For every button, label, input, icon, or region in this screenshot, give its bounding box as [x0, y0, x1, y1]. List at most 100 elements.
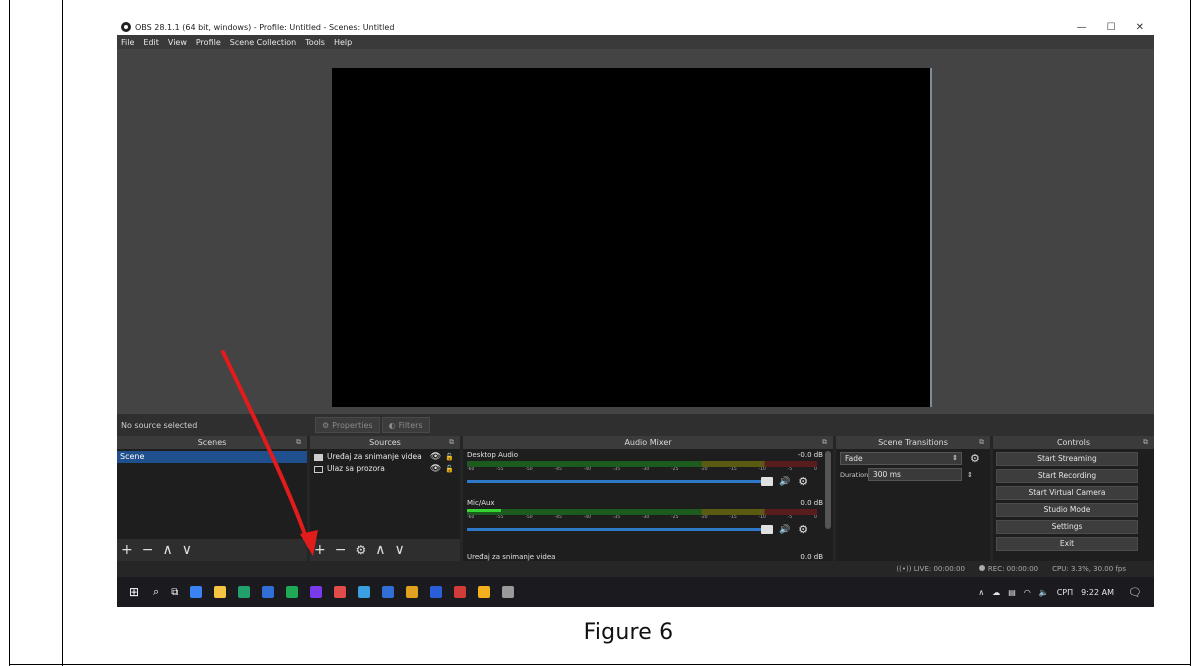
volume-slider-handle[interactable] — [761, 477, 773, 486]
clock[interactable]: 9:22 AM — [1081, 588, 1114, 597]
source-gear-icon[interactable]: ⚙ — [355, 543, 366, 557]
source-item[interactable]: Ulaz sa prozora 👁 🔓 — [310, 463, 460, 475]
dock-float-icon[interactable]: ⧉ — [822, 436, 827, 449]
volume-slider[interactable] — [467, 525, 773, 534]
dock-float-icon[interactable]: ⧉ — [296, 436, 301, 449]
taskbar-app-icon[interactable] — [286, 586, 299, 598]
window-title: OBS 28.1.1 (64 bit, windows) - Profile: … — [135, 22, 395, 32]
unlock-icon[interactable]: 🔓 — [445, 451, 454, 463]
taskbar-app-icon[interactable] — [214, 586, 227, 598]
taskbar-app-icon[interactable] — [334, 586, 347, 598]
notification-icon[interactable]: 🗨 — [1128, 586, 1142, 599]
eye-icon[interactable]: 👁 — [430, 463, 441, 475]
taskbar-app-icon[interactable] — [406, 586, 419, 598]
source-item-label: Ulaz sa prozora — [327, 464, 385, 473]
sources-header: Sources ⧉ — [310, 436, 460, 449]
filters-label: Filters — [398, 420, 423, 430]
start-recording-button[interactable]: Start Recording — [996, 469, 1138, 483]
channel-gear-icon[interactable]: ⚙ — [798, 523, 808, 536]
record-dot-icon — [978, 565, 985, 571]
menu-scene-collection[interactable]: Scene Collection — [230, 38, 297, 47]
scene-list-item[interactable]: Scene — [117, 451, 307, 463]
add-source-icon[interactable]: + — [314, 542, 326, 558]
filters-button[interactable]: ◐ Filters — [381, 417, 430, 433]
start-streaming-button[interactable]: Start Streaming — [996, 452, 1138, 466]
dock-panels: Scenes ⧉ Scene + − ∧ ∨ Sources ⧉ Uređaj … — [117, 436, 1154, 561]
menu-view[interactable]: View — [168, 38, 187, 47]
volume-icon[interactable]: 🔈 — [1039, 588, 1049, 597]
taskbar-app-icon[interactable] — [358, 586, 371, 598]
dock-float-icon[interactable]: ⧉ — [1143, 436, 1148, 449]
preview-canvas[interactable] — [332, 68, 932, 407]
scenes-footer: + − ∧ ∨ — [117, 539, 307, 561]
taskbar-app-icon[interactable] — [382, 586, 395, 598]
taskbar-app-icon[interactable] — [454, 586, 467, 598]
sources-dock: Sources ⧉ Uređaj za snimanje videa 👁 🔓 U… — [310, 436, 460, 561]
scenes-title: Scenes — [197, 438, 227, 447]
taskbar-app-icon[interactable] — [310, 586, 323, 598]
table-border-bottom — [9, 664, 1191, 665]
duration-label: Duration — [840, 470, 869, 479]
taskbar-app-icon[interactable] — [430, 586, 443, 598]
menu-help[interactable]: Help — [334, 38, 352, 47]
menu-profile[interactable]: Profile — [196, 38, 221, 47]
table-border-left — [9, 0, 10, 666]
table-border-inner — [62, 0, 63, 666]
sources-footer: + − ⚙ ∧ ∨ — [310, 539, 460, 561]
settings-button[interactable]: Settings — [996, 520, 1138, 534]
maximize-button[interactable]: ☐ — [1107, 22, 1116, 33]
start-virtual-camera-button[interactable]: Start Virtual Camera — [996, 486, 1138, 500]
chevron-up-icon[interactable]: ∧ — [978, 588, 984, 597]
channel-name: Desktop Audio — [467, 451, 518, 459]
dock-float-icon[interactable]: ⧉ — [979, 436, 984, 449]
duration-field[interactable]: 300 ms — [868, 468, 962, 481]
source-item[interactable]: Uređaj za snimanje videa 👁 🔓 — [310, 451, 460, 463]
task-view-icon[interactable]: ⧉ — [171, 587, 178, 598]
duration-row: Duration 300 ms ⇕ — [840, 468, 986, 481]
volume-row: 🔊 ⚙ — [467, 475, 827, 488]
controls-header: Controls ⧉ — [993, 436, 1154, 449]
speaker-icon[interactable]: 🔊 — [779, 477, 790, 487]
speaker-icon[interactable]: 🔊 — [779, 525, 790, 535]
menu-tools[interactable]: Tools — [305, 38, 325, 47]
taskbar-app-icon[interactable] — [502, 586, 515, 598]
exit-button[interactable]: Exit — [996, 537, 1138, 551]
move-down-icon[interactable]: ∨ — [182, 542, 192, 558]
transition-gear-icon[interactable]: ⚙ — [970, 452, 980, 465]
network-icon[interactable]: ▤ — [1008, 588, 1016, 597]
studio-mode-button[interactable]: Studio Mode — [996, 503, 1138, 517]
volume-slider-handle[interactable] — [761, 525, 773, 534]
add-scene-icon[interactable]: + — [121, 542, 133, 558]
move-down-icon[interactable]: ∨ — [394, 542, 404, 558]
controls-dock: Controls ⧉ Start Streaming Start Recordi… — [993, 436, 1154, 561]
taskbar-app-icon[interactable] — [238, 586, 251, 598]
dock-float-icon[interactable]: ⧉ — [449, 436, 454, 449]
eye-icon[interactable]: 👁 — [430, 451, 441, 463]
taskbar-app-icon[interactable] — [262, 586, 275, 598]
unlock-icon[interactable]: 🔓 — [445, 463, 454, 475]
minimize-button[interactable]: — — [1077, 22, 1087, 33]
remove-source-icon[interactable]: − — [335, 542, 347, 558]
cloud-icon[interactable]: ☁ — [992, 588, 1000, 597]
move-up-icon[interactable]: ∧ — [162, 542, 172, 558]
taskbar-app-icon[interactable] — [478, 586, 491, 598]
duration-stepper-icon[interactable]: ⇕ — [967, 471, 973, 479]
channel-gear-icon[interactable]: ⚙ — [798, 475, 808, 488]
properties-label: Properties — [332, 420, 373, 430]
transition-select[interactable]: Fade ⇕ — [840, 452, 962, 465]
wifi-icon[interactable]: ◠ — [1024, 588, 1031, 597]
table-border-right — [1190, 0, 1191, 666]
taskbar-app-icon[interactable] — [190, 586, 203, 598]
move-up-icon[interactable]: ∧ — [375, 542, 385, 558]
mixer-scrollbar[interactable] — [825, 451, 831, 529]
search-icon[interactable]: ⌕ — [153, 585, 159, 599]
language-indicator[interactable]: CPΠ — [1057, 588, 1073, 597]
properties-button[interactable]: ⚙ Properties — [315, 417, 380, 433]
close-button[interactable]: ✕ — [1136, 22, 1144, 33]
remove-scene-icon[interactable]: − — [142, 542, 154, 558]
volume-slider[interactable] — [467, 477, 773, 486]
scenes-dock: Scenes ⧉ Scene + − ∧ ∨ — [117, 436, 307, 561]
windows-start-icon[interactable]: ⊞ — [129, 585, 139, 599]
menu-file[interactable]: File — [121, 38, 134, 47]
menu-edit[interactable]: Edit — [143, 38, 159, 47]
